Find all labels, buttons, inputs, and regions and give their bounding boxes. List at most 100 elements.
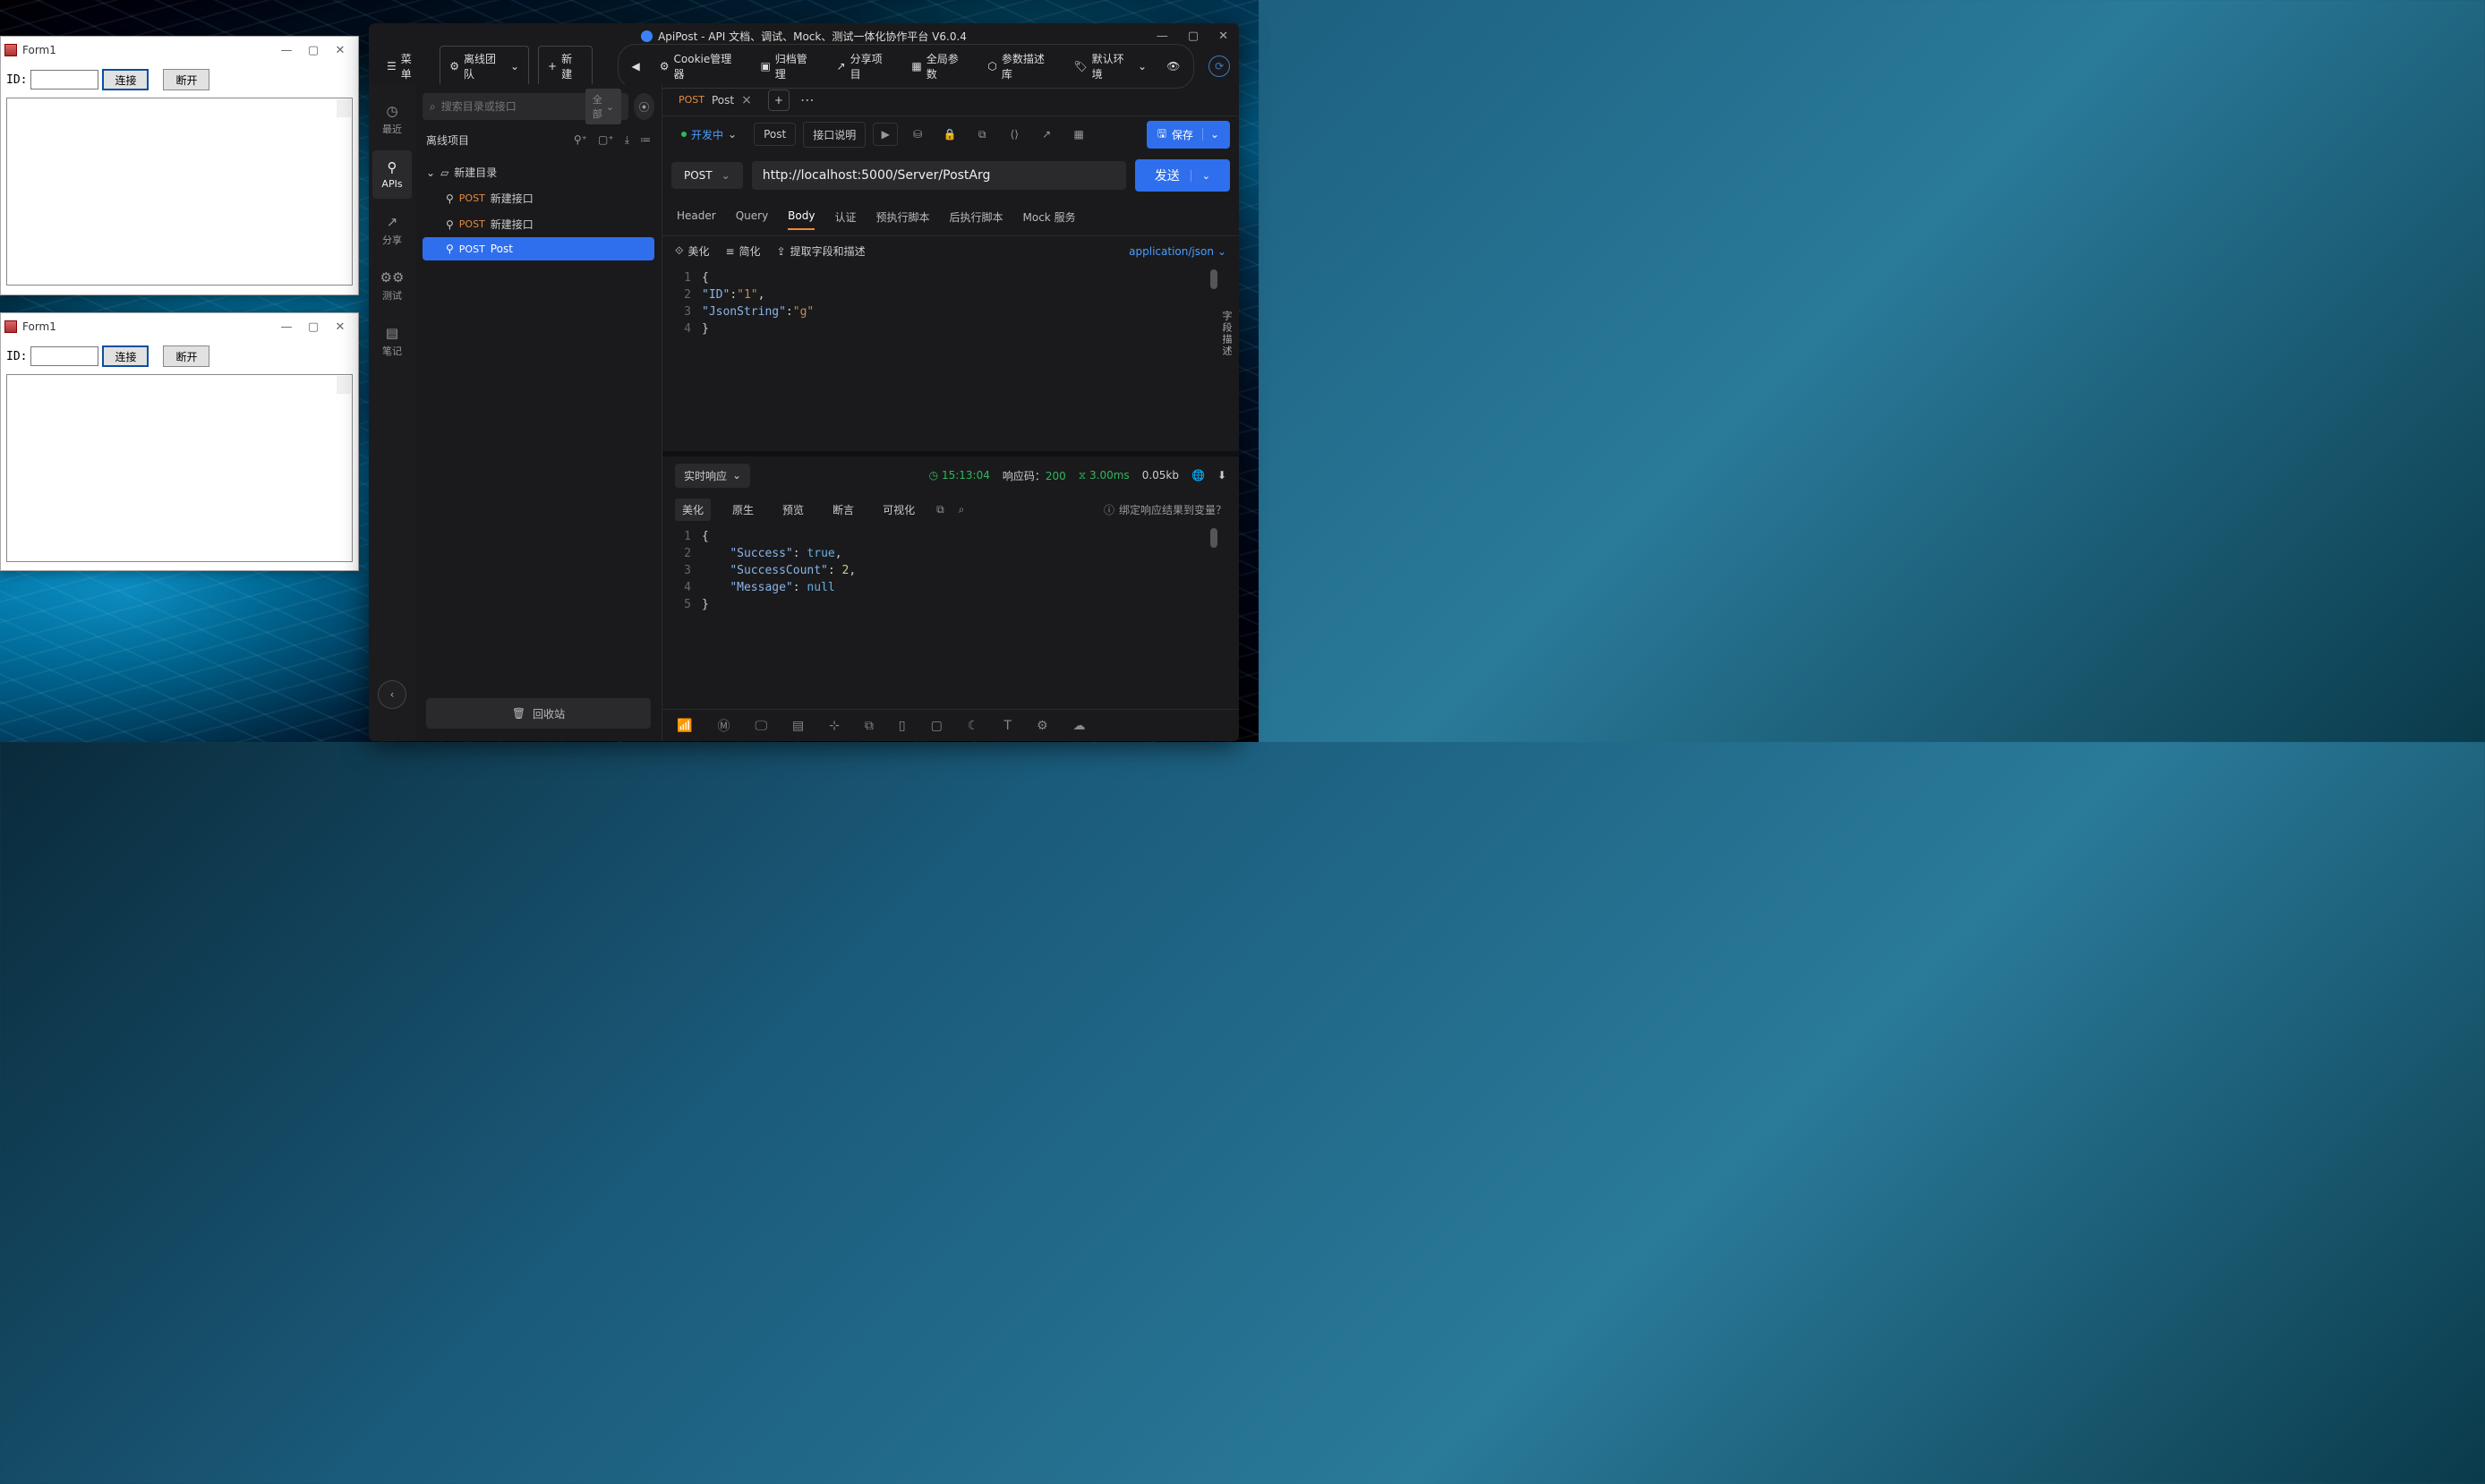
resp-tab-4[interactable]: 可视化 xyxy=(875,499,922,521)
disconnect-button[interactable]: 断开 xyxy=(163,69,209,90)
cloud-icon[interactable]: ☁ xyxy=(1073,719,1086,733)
extract-button[interactable]: ⇪ 提取字段和描述 xyxy=(777,243,866,259)
env-button[interactable]: 🏷 默认环境 ⌄ xyxy=(1065,47,1155,85)
new-button[interactable]: + 新建 xyxy=(538,46,593,87)
request-tab[interactable]: POST Post × xyxy=(668,88,763,113)
req-tab-1[interactable]: Query xyxy=(736,204,768,230)
search-icon[interactable]: ⌕ xyxy=(959,503,965,516)
sort-icon[interactable]: ≔ xyxy=(640,133,651,147)
scrollbar[interactable] xyxy=(1210,269,1217,289)
share-project-button[interactable]: ↗ 分享项目 xyxy=(829,47,901,85)
req-tab-4[interactable]: 预执行脚本 xyxy=(875,204,929,230)
text-icon[interactable]: T xyxy=(1003,719,1012,733)
doc-button[interactable]: 接口说明 xyxy=(803,122,866,148)
tree-api-item[interactable]: ⚲ POST Post xyxy=(423,237,654,260)
sync-icon[interactable]: ⟳ xyxy=(1208,55,1230,77)
beautify-button[interactable]: ⟐ 美化 xyxy=(675,243,709,259)
layout-icon[interactable]: ▤ xyxy=(792,719,804,733)
db-icon[interactable]: ⛁ xyxy=(905,123,930,146)
moon-icon[interactable]: ☾ xyxy=(968,719,979,733)
more-icon[interactable]: ▦ xyxy=(1066,123,1091,146)
leftnav-item-api[interactable]: ⚲APIs xyxy=(372,150,412,199)
close-icon[interactable]: ✕ xyxy=(1218,30,1228,43)
back-button[interactable]: ◀ xyxy=(624,56,648,76)
locate-icon[interactable]: ⦿ xyxy=(634,93,654,120)
copy-icon[interactable]: ⧉ xyxy=(936,503,944,516)
response-body-viewer[interactable]: 12345 { "Success": true, "SuccessCount":… xyxy=(662,525,1239,710)
m-icon[interactable]: Ⓜ xyxy=(717,717,730,735)
param-desc-button[interactable]: ⬡ 参数描述库 xyxy=(979,47,1062,85)
leftnav-item-clock[interactable]: ◷最近 xyxy=(372,95,412,143)
tab-close-icon[interactable]: × xyxy=(741,93,752,107)
resp-tab-2[interactable]: 预览 xyxy=(775,499,811,521)
post-name-field[interactable]: Post xyxy=(754,123,796,146)
scrollbar[interactable] xyxy=(1210,528,1217,548)
content-type-select[interactable]: application/json ⌄ xyxy=(1129,245,1226,258)
form-textarea[interactable] xyxy=(6,374,353,562)
recycle-bin-button[interactable]: 🗑 回收站 xyxy=(426,698,651,729)
resp-tab-3[interactable]: 断言 xyxy=(825,499,861,521)
collapse-icon[interactable]: ‹ xyxy=(378,680,406,709)
tab-add-button[interactable]: + xyxy=(768,90,790,111)
leftnav-item-note[interactable]: ▤笔记 xyxy=(372,317,412,365)
close-icon[interactable]: ✕ xyxy=(333,320,347,334)
tab-more-icon[interactable]: ⋯ xyxy=(795,91,816,108)
copy-icon[interactable]: ⧉ xyxy=(969,123,995,146)
status-pill[interactable]: 开发中 ⌄ xyxy=(671,122,747,148)
panel-icon[interactable]: ▯ xyxy=(899,719,906,733)
form-textarea[interactable] xyxy=(6,98,353,286)
tree-api-item[interactable]: ⚲ POST 新建接口 xyxy=(423,211,654,237)
field-desc-label[interactable]: 字段描述 xyxy=(1221,311,1234,357)
global-params-button[interactable]: ▦ 全局参数 xyxy=(903,47,976,85)
resp-tab-0[interactable]: 美化 xyxy=(675,499,711,521)
save-button[interactable]: 🖫 保存⌄ xyxy=(1147,121,1230,149)
center-icon[interactable]: ⊹ xyxy=(829,719,840,733)
signal-icon[interactable]: 📶 xyxy=(677,719,692,733)
window-icon[interactable]: ▢ xyxy=(931,719,943,733)
connect-button[interactable]: 连接 xyxy=(102,69,149,90)
leftnav-item-share[interactable]: ↗分享 xyxy=(372,206,412,254)
disconnect-button[interactable]: 断开 xyxy=(163,345,209,367)
connect-button[interactable]: 连接 xyxy=(102,345,149,367)
req-tab-3[interactable]: 认证 xyxy=(834,204,856,230)
id-input[interactable] xyxy=(30,70,98,90)
play-icon[interactable]: ▶ xyxy=(873,123,898,146)
bind-result-link[interactable]: ⓘ 绑定响应结果到变量？ xyxy=(1104,502,1226,517)
id-input[interactable] xyxy=(30,346,98,366)
minimize-icon[interactable]: — xyxy=(1157,30,1168,43)
archive-button[interactable]: ▣ 归档管理 xyxy=(752,47,824,85)
send-button[interactable]: 发送 xyxy=(1135,159,1230,192)
req-tab-6[interactable]: Mock 服务 xyxy=(1023,204,1076,230)
team-button[interactable]: ⚙ 离线团队 ⌄ xyxy=(440,46,529,87)
maximize-icon[interactable]: ▢ xyxy=(306,320,320,334)
req-tab-0[interactable]: Header xyxy=(677,204,716,230)
url-input[interactable]: http://localhost:5000/Server/PostArg xyxy=(752,161,1126,190)
request-body-editor[interactable]: 1234 {"ID":"1","JsonString":"g"} 字段描述 xyxy=(662,266,1239,451)
import-icon[interactable]: ⤓ xyxy=(625,133,629,147)
monitor-icon[interactable]: 🖵 xyxy=(755,719,767,733)
response-mode-select[interactable]: 实时响应 ⌄ xyxy=(675,464,750,488)
tree-folder[interactable]: ⌄ ▱ 新建目录 xyxy=(423,159,654,185)
maximize-icon[interactable]: ▢ xyxy=(306,44,320,57)
minimize-icon[interactable]: — xyxy=(279,44,294,57)
resp-tab-1[interactable]: 原生 xyxy=(725,499,761,521)
globe-icon[interactable]: 🌐 xyxy=(1191,469,1205,482)
download-icon[interactable]: ⬇ xyxy=(1217,469,1226,482)
close-icon[interactable]: ✕ xyxy=(333,44,347,57)
code-icon[interactable]: ⟨⟩ xyxy=(1002,123,1027,146)
search-scope[interactable]: 全部 ⌄ xyxy=(585,89,621,124)
menu-button[interactable]: ☰ 菜单 xyxy=(378,47,431,86)
minimize-icon[interactable]: — xyxy=(279,320,294,334)
lock-icon[interactable]: 🔒 xyxy=(937,123,962,146)
tree-api-item[interactable]: ⚲ POST 新建接口 xyxy=(423,185,654,211)
req-tab-5[interactable]: 后执行脚本 xyxy=(950,204,1003,230)
eye-icon[interactable]: 👁 xyxy=(1158,56,1188,76)
maximize-icon[interactable]: ▢ xyxy=(1188,30,1199,43)
simplify-button[interactable]: ≡ 简化 xyxy=(725,243,760,259)
req-tab-2[interactable]: Body xyxy=(788,204,815,230)
export-icon[interactable]: ↗ xyxy=(1034,123,1059,146)
new-folder-icon[interactable]: ▢⁺ xyxy=(598,133,614,147)
search-input[interactable]: ⌕ 全部 ⌄ xyxy=(423,93,628,120)
copy2-icon[interactable]: ⧉ xyxy=(865,719,874,733)
new-api-icon[interactable]: ⚲⁺ xyxy=(574,133,587,147)
